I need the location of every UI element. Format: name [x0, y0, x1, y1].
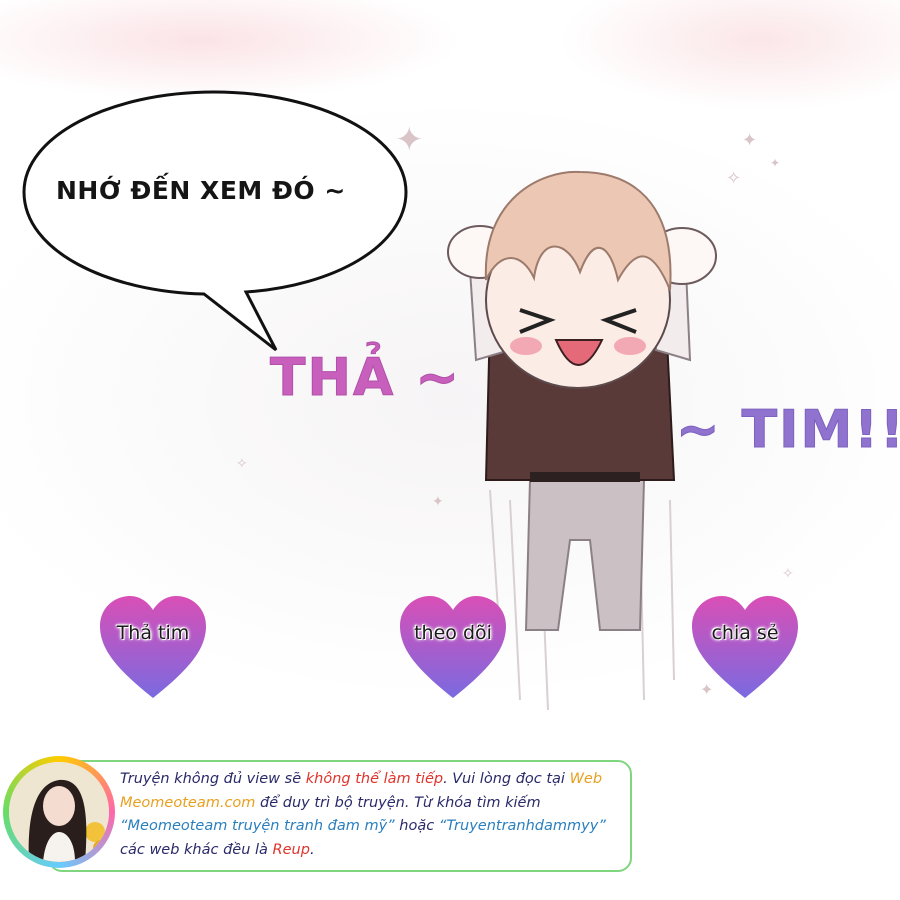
follow-heart-button[interactable]: theo dõi	[398, 592, 508, 702]
reup-label: Reup	[272, 841, 310, 858]
notice-part: . Vui lòng đọc tại	[443, 771, 570, 787]
notice-highlight: không thể làm tiếp	[305, 771, 444, 787]
notice-part: các web khác đều là	[120, 841, 273, 858]
follow-label: theo dõi	[414, 622, 492, 644]
heart-icon	[400, 596, 506, 698]
avatar-portrait	[9, 762, 109, 862]
bubble-text: NHỚ ĐẾN XEM ĐÓ ~	[56, 176, 346, 205]
sparkle-icon: ✧	[236, 456, 248, 472]
notice-text: Truyện không đủ view sẽ không thể làm ti…	[120, 768, 620, 862]
speech-bubble	[22, 90, 408, 352]
heart-icon	[692, 596, 798, 698]
sparkle-icon: ✧	[782, 566, 794, 582]
sparkle-icon: ✦	[742, 130, 758, 151]
notice-part: để duy trì bộ truyện. Từ khóa tìm kiếm	[255, 794, 541, 811]
like-heart-button[interactable]: Thả tim	[98, 592, 208, 702]
avatar	[9, 762, 109, 862]
search-keyword-1: “Meomeoteam truyện tranh đam mỹ”	[120, 818, 395, 834]
notice-part: .	[309, 841, 315, 858]
share-label: chia sẻ	[711, 622, 779, 644]
sparkle-icon: ✦	[770, 156, 781, 170]
notice-part: hoặc	[394, 818, 439, 834]
share-heart-button[interactable]: chia sẻ	[690, 592, 800, 702]
like-label: Thả tim	[116, 622, 190, 644]
search-keyword-2: “Truyentranhdammyy”	[438, 818, 606, 834]
heart-icon	[100, 596, 206, 698]
notice-part: Truyện không đủ view sẽ	[120, 771, 306, 787]
